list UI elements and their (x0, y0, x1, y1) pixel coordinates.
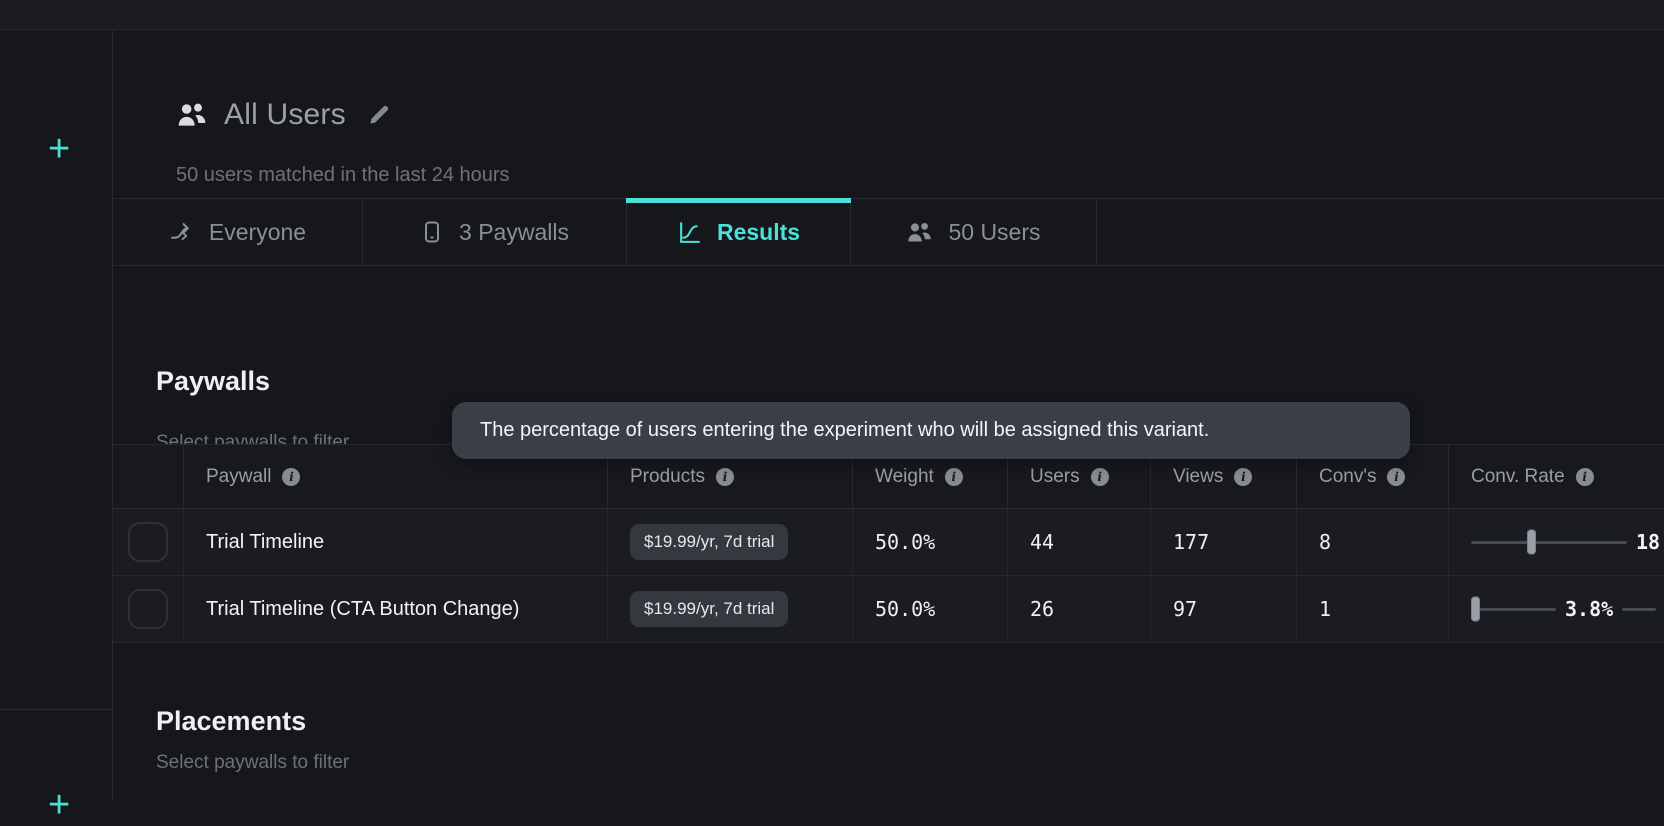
add-audience-button[interactable]: + (48, 130, 70, 168)
tooltip-text: The percentage of users entering the exp… (480, 419, 1209, 442)
users-icon (176, 100, 208, 130)
slider-handle[interactable] (1527, 530, 1536, 555)
table-rows: Trial Timeline $19.99/yr, 7d trial 50.0% 44… (113, 509, 1664, 643)
placements-section-subtitle: Select paywalls to filter (156, 752, 349, 774)
split-arrows-icon (169, 220, 194, 245)
weight-value: 50.0% (875, 597, 935, 621)
convs-value: 1 (1319, 597, 1331, 621)
users-cell: 26 (1008, 576, 1151, 642)
edit-icon[interactable] (366, 102, 392, 128)
page-title: All Users (224, 98, 346, 132)
views-cell: 177 (1151, 509, 1297, 575)
tab-label: Everyone (209, 219, 306, 246)
line-chart-icon (677, 220, 702, 245)
users-value: 44 (1030, 530, 1054, 554)
conv-rate-value: 18 (1636, 530, 1660, 554)
conv-rate-value: 3.8% (1565, 597, 1613, 621)
top-bar (0, 0, 1664, 30)
info-icon[interactable]: i (716, 468, 734, 486)
info-icon[interactable]: i (282, 468, 300, 486)
paywalls-table: Paywall i Products i Weight i Users i Vi… (113, 444, 1664, 643)
convs-value: 8 (1319, 530, 1331, 554)
slider-track (1471, 541, 1627, 544)
products-cell: $19.99/yr, 7d trial (608, 509, 853, 575)
users-icon (906, 220, 933, 245)
tab-users[interactable]: 50 Users (851, 199, 1097, 265)
info-icon[interactable]: i (1234, 468, 1252, 486)
views-cell: 97 (1151, 576, 1297, 642)
weight-cell: 50.0% (853, 576, 1008, 642)
conv-rate-slider: 18 (1471, 530, 1660, 554)
weight-cell: 50.0% (853, 509, 1008, 575)
select-cell (113, 509, 184, 575)
tab-bar: Everyone 3 Paywalls Results 50 Users (113, 198, 1664, 266)
paywall-cell: Trial Timeline (CTA Button Change) (184, 576, 608, 642)
sidebar-divider (0, 709, 113, 710)
paywall-name: Trial Timeline (CTA Button Change) (206, 598, 519, 621)
convs-cell: 1 (1297, 576, 1449, 642)
matched-users-subtitle: 50 users matched in the last 24 hours (176, 164, 510, 187)
slider-handle[interactable] (1471, 597, 1480, 622)
row-checkbox[interactable] (128, 589, 168, 629)
phone-icon (420, 220, 444, 244)
active-tab-indicator (626, 198, 851, 203)
tab-paywalls[interactable]: 3 Paywalls (363, 199, 627, 265)
paywall-cell: Trial Timeline (184, 509, 608, 575)
products-cell: $19.99/yr, 7d trial (608, 576, 853, 642)
placements-section-title: Placements (156, 706, 306, 737)
slider-track-trail (1622, 608, 1656, 611)
views-value: 177 (1173, 530, 1209, 554)
paywall-name: Trial Timeline (206, 531, 324, 554)
table-row: Trial Timeline $19.99/yr, 7d trial 50.0% 44… (113, 509, 1664, 576)
header-cell-select (113, 445, 184, 508)
select-cell (113, 576, 184, 642)
table-row: Trial Timeline (CTA Button Change) $19.99… (113, 576, 1664, 643)
info-icon[interactable]: i (1091, 468, 1109, 486)
tab-results[interactable]: Results (627, 199, 851, 265)
info-icon[interactable]: i (1387, 468, 1405, 486)
users-value: 26 (1030, 597, 1054, 621)
tab-label: 50 Users (948, 219, 1040, 246)
tab-everyone[interactable]: Everyone (113, 199, 363, 265)
slider-track (1471, 608, 1556, 611)
product-badge: $19.99/yr, 7d trial (630, 524, 788, 560)
row-checkbox[interactable] (128, 522, 168, 562)
users-cell: 44 (1008, 509, 1151, 575)
tab-label: 3 Paywalls (459, 219, 569, 246)
add-audience-button-bottom[interactable]: + (48, 786, 70, 824)
conv-rate-cell: 18 (1449, 509, 1664, 575)
weight-value: 50.0% (875, 530, 935, 554)
convs-cell: 8 (1297, 509, 1449, 575)
info-icon[interactable]: i (1576, 468, 1594, 486)
conv-rate-cell: 3.8% (1449, 576, 1664, 642)
sidebar: + + (0, 30, 113, 800)
conv-rate-slider: 3.8% (1471, 597, 1656, 621)
audience-header: All Users (176, 98, 392, 132)
tab-label: Results (717, 219, 800, 246)
weight-tooltip: The percentage of users entering the exp… (452, 402, 1410, 459)
views-value: 97 (1173, 597, 1197, 621)
header-cell-conv-rate: Conv. Rate i (1449, 445, 1664, 508)
product-badge: $19.99/yr, 7d trial (630, 591, 788, 627)
paywalls-section-title: Paywalls (156, 366, 270, 397)
info-icon[interactable]: i (945, 468, 963, 486)
